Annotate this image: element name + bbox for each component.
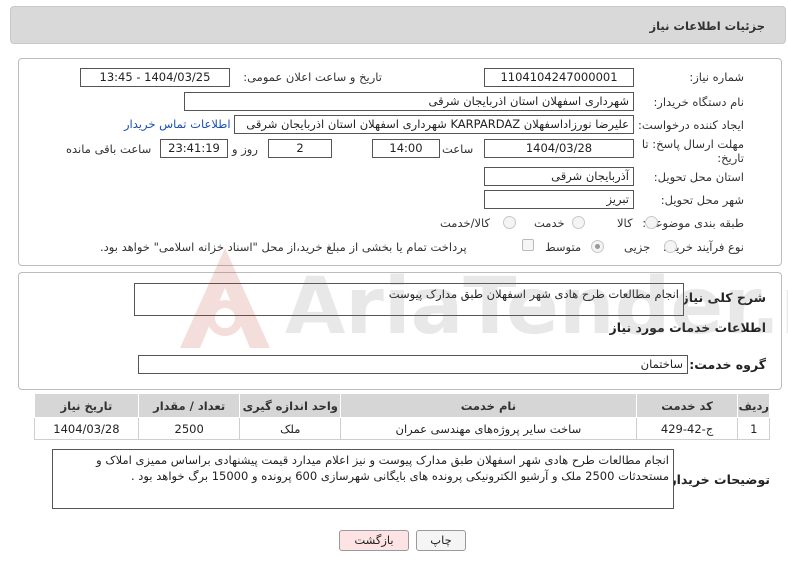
service-group-label: گروه خدمت: (689, 357, 766, 372)
services-table: ردیف کد خدمت نام خدمت واحد اندازه گیری ت… (34, 393, 770, 440)
category-radio-service[interactable] (572, 216, 585, 229)
service-group-field: ساختمان (138, 355, 688, 374)
deadline-time-field: 14:00 (372, 139, 440, 158)
announce-date-label: تاریخ و ساعت اعلان عمومی: (243, 70, 382, 84)
buyer-contact-link[interactable]: اطلاعات تماس خریدار (124, 117, 231, 131)
deadline-label: مهلت ارسال پاسخ: تا (641, 137, 744, 151)
buyer-org-label: نام دستگاه خریدار: (653, 95, 744, 109)
category-option-goods: کالا (617, 216, 633, 230)
category-option-goods-service: کالا/خدمت (440, 216, 491, 230)
page-title: جزئیات اطلاعات نیاز (649, 19, 765, 33)
cell-code: ج-42-429 (635, 417, 739, 440)
print-button[interactable]: چاپ (416, 530, 466, 551)
cell-row: 1 (737, 417, 770, 440)
buyer-notes-label: توضیحات خریدار: (664, 472, 770, 487)
col-code-header: کد خدمت (635, 393, 739, 418)
need-info-panel (18, 58, 782, 266)
description-label: شرح کلی نیاز: (676, 290, 766, 305)
process-option-minor: جزیی (624, 240, 651, 254)
table-row: 1 ج-42-429 ساخت سایر پروژه‌های مهندسی عم… (34, 417, 770, 440)
days-label: روز و (232, 142, 258, 156)
cell-name: ساخت سایر پروژه‌های مهندسی عمران (340, 417, 637, 440)
days-field: 2 (268, 139, 332, 158)
category-radio-goods-service[interactable] (503, 216, 516, 229)
category-option-service: خدمت (534, 216, 565, 230)
province-field: آذربایجان شرقی (484, 167, 634, 186)
cell-unit: ملک (239, 417, 342, 440)
province-label: استان محل تحویل: (653, 170, 744, 184)
description-field: انجام مطالعات طرح هادی شهر اسفهلان طبق م… (134, 283, 684, 316)
treasury-checkbox[interactable] (522, 239, 534, 251)
back-button[interactable]: بازگشت (339, 530, 409, 551)
announce-date-field: 1404/03/25 - 13:45 (80, 68, 230, 87)
deadline-time-label: ساعت (442, 142, 474, 156)
cell-date: 1404/03/28 (34, 417, 139, 440)
page-header: جزئیات اطلاعات نیاز (10, 6, 786, 44)
payment-note: پرداخت تمام یا بخشی از مبلغ خرید،از محل … (100, 240, 467, 254)
need-number-label: شماره نیاز: (689, 70, 744, 84)
table-header-row: ردیف کد خدمت نام خدمت واحد اندازه گیری ت… (34, 393, 770, 418)
remaining-time-field: 23:41:19 (160, 139, 228, 158)
category-radio-goods[interactable] (645, 216, 658, 229)
buyer-notes-field: انجام مطالعات طرح هادی شهر اسفهلان طبق م… (52, 449, 674, 509)
process-radio-minor[interactable] (664, 240, 677, 253)
city-label: شهر محل تحویل: (660, 193, 744, 207)
deadline-date-field: 1404/03/28 (484, 139, 634, 158)
creator-field: علیرضا نورزاداسفهلان KARPARDAZ شهرداری ا… (234, 115, 634, 134)
col-row-header: ردیف (737, 393, 770, 418)
buyer-org-field: شهرداری اسفهلان استان اذربایجان شرقی (184, 92, 634, 111)
creator-label: ایجاد کننده درخواست: (638, 118, 744, 132)
deadline-date-label: تاریخ: (717, 151, 744, 165)
process-radio-medium[interactable] (591, 240, 604, 253)
col-name-header: نام خدمت (340, 393, 637, 418)
services-title: اطلاعات خدمات مورد نیاز (609, 320, 767, 335)
city-field: تبریز (484, 190, 634, 209)
col-qty-header: تعداد / مقدار (137, 393, 241, 418)
remaining-time-label: ساعت باقی مانده (66, 142, 152, 156)
cell-qty: 2500 (137, 417, 241, 440)
col-unit-header: واحد اندازه گیری (239, 393, 342, 418)
process-option-medium: متوسط (545, 240, 582, 254)
col-date-header: تاریخ نیاز (34, 393, 139, 418)
need-number-field: 1104104247000001 (484, 68, 634, 87)
